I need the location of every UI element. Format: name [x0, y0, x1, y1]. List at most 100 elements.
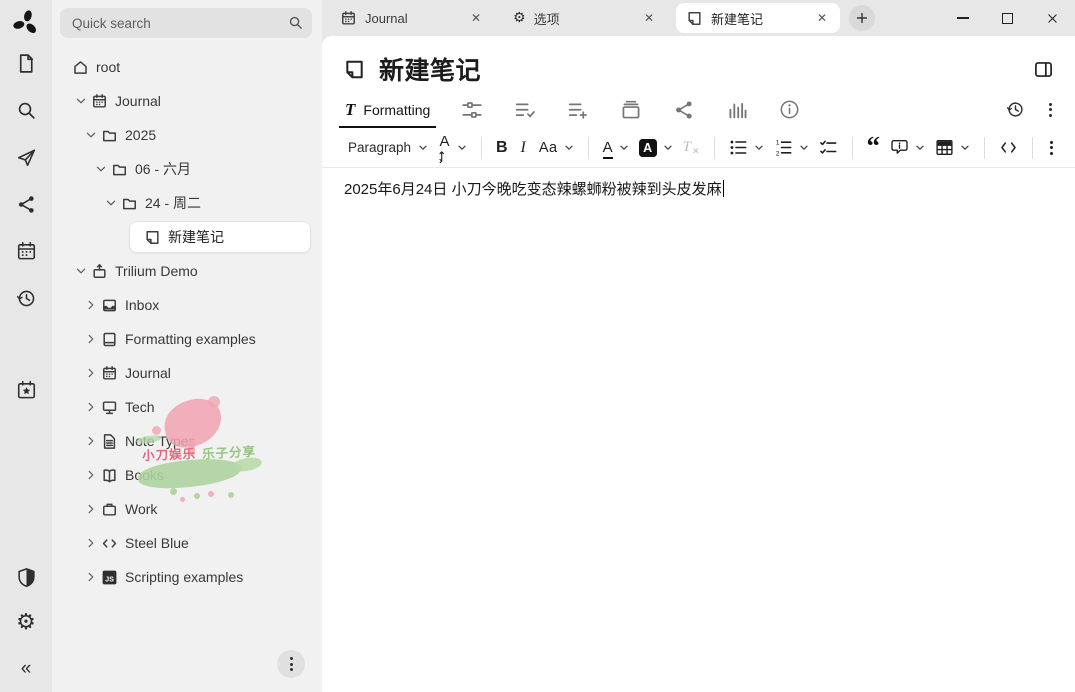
- launcher-today-button[interactable]: [0, 367, 52, 414]
- toggle-right-pane-button[interactable]: [1032, 58, 1055, 81]
- tree-item-root[interactable]: root: [52, 50, 322, 84]
- tree-item-label: 新建笔记: [168, 227, 224, 247]
- maximize-button[interactable]: [985, 0, 1030, 36]
- note-title[interactable]: 新建笔记: [379, 51, 481, 87]
- expander-right-icon[interactable]: [82, 433, 99, 450]
- expander-down-icon[interactable]: [92, 161, 109, 178]
- toolbar-code-block-button[interactable]: [994, 134, 1023, 161]
- expander-down-icon[interactable]: [72, 263, 89, 280]
- briefcase-icon: [101, 501, 118, 518]
- launcher-settings-button[interactable]: ⚙: [0, 600, 52, 646]
- tab-close-icon[interactable]: ✕: [468, 10, 484, 26]
- note-content-pane: 新建笔记 T Formatting Paragraph A B I: [322, 36, 1075, 692]
- toolbar-text-style-button[interactable]: Aa: [534, 136, 579, 160]
- ribbon-bar: T Formatting: [322, 91, 1075, 128]
- note-revisions-button[interactable]: [1006, 100, 1025, 119]
- more-options-button[interactable]: [1046, 103, 1055, 117]
- insert-table-icon: [935, 138, 954, 157]
- toolbar-numbered-list-button[interactable]: 12: [769, 134, 814, 161]
- tree-item-work[interactable]: Work: [52, 492, 322, 526]
- tree-more-button[interactable]: [277, 650, 305, 678]
- trilium-logo-icon: [11, 8, 41, 38]
- launcher-calendar-button[interactable]: [0, 228, 52, 275]
- ribbon-note-info-button[interactable]: [777, 91, 802, 128]
- expander-right-icon[interactable]: [82, 399, 99, 416]
- calendar-icon: [91, 93, 108, 110]
- protected-session-icon: [16, 567, 37, 588]
- launcher-jump-to-note-button[interactable]: [0, 134, 52, 181]
- ribbon-inherited-attributes-button[interactable]: [565, 91, 591, 128]
- tab-close-icon[interactable]: ✕: [814, 10, 830, 26]
- package-icon: [91, 263, 108, 280]
- tab-journal[interactable]: Journal ✕: [330, 3, 494, 33]
- tree-item-inbox[interactable]: Inbox: [52, 288, 322, 322]
- todo-list-icon: [819, 138, 838, 157]
- expander-right-icon[interactable]: [82, 535, 99, 552]
- tree-item-06[interactable]: 06 - 六月: [52, 152, 322, 186]
- launcher-note-map-button[interactable]: [0, 181, 52, 228]
- ribbon-note-paths-button[interactable]: [618, 91, 644, 128]
- toolbar-block-quote-button[interactable]: “: [862, 137, 886, 159]
- tree-item-24[interactable]: 24 - 周二: [52, 186, 322, 220]
- expander-down-icon[interactable]: [102, 195, 119, 212]
- gear-sm-icon: ⚙: [513, 11, 526, 25]
- new-note-icon: [16, 53, 37, 74]
- expander-right-icon[interactable]: [82, 467, 99, 484]
- launcher-protected-session-button[interactable]: [0, 554, 52, 600]
- tree-item-label: 24 - 周二: [145, 193, 201, 213]
- toolbar-insert-table-button[interactable]: [930, 134, 975, 161]
- launcher-recent-changes-button[interactable]: [0, 275, 52, 322]
- calendar-icon: [101, 365, 118, 382]
- tree-item-scripting-examples[interactable]: JS Scripting examples: [52, 560, 322, 594]
- quick-search-input[interactable]: [60, 8, 312, 38]
- toolbar-heading-style-button[interactable]: Paragraph: [343, 136, 433, 159]
- toolbar-font-color-button[interactable]: A: [598, 135, 634, 160]
- expander-right-icon[interactable]: [82, 501, 99, 518]
- minimize-button[interactable]: [940, 0, 985, 36]
- expander-right-icon[interactable]: [82, 331, 99, 348]
- expander-right-icon[interactable]: [82, 569, 99, 586]
- launcher-collapse-pane-button[interactable]: «: [0, 646, 52, 692]
- toolbar-todo-list-button[interactable]: [814, 134, 843, 161]
- ribbon-tab-formatting[interactable]: T Formatting: [343, 91, 432, 128]
- chevron-down-icon: [418, 143, 428, 153]
- tree-item-2025[interactable]: 2025: [52, 118, 322, 152]
- toolbar-font-size-button[interactable]: A: [433, 129, 472, 167]
- note-info-icon: [779, 99, 800, 120]
- close-button[interactable]: [1030, 0, 1075, 36]
- expander-right-icon[interactable]: [82, 365, 99, 382]
- expander-down-icon[interactable]: [72, 93, 89, 110]
- expander-right-icon[interactable]: [82, 297, 99, 314]
- toolbar-admonition-button[interactable]: [885, 134, 930, 161]
- basic-properties-icon: [461, 99, 483, 121]
- ribbon-basic-properties-button[interactable]: [459, 91, 485, 128]
- expander-down-icon[interactable]: [82, 127, 99, 144]
- tab-item-1[interactable]: ⚙ 选项 ✕: [503, 3, 667, 33]
- new-tab-button[interactable]: [849, 5, 875, 31]
- tab-close-icon[interactable]: ✕: [641, 10, 657, 26]
- launcher-new-note-button[interactable]: [0, 40, 52, 87]
- editor-area[interactable]: 2025年6月24日 小刀今晚吃变态辣螺蛳粉被辣到头皮发麻: [322, 168, 1075, 692]
- toolbar-label: B: [496, 139, 508, 157]
- toolbar-italic-button[interactable]: I: [513, 135, 534, 161]
- tree-item-note-types[interactable]: Note Types: [52, 424, 322, 458]
- ribbon-similar-notes-button[interactable]: [724, 91, 750, 128]
- toolbar-background-color-button[interactable]: A: [634, 135, 678, 161]
- launcher-search-button[interactable]: [0, 87, 52, 134]
- tree-item-steel-blue[interactable]: Steel Blue: [52, 526, 322, 560]
- ribbon-tab-label: Formatting: [363, 102, 430, 118]
- toolbar-more-formatting-button[interactable]: [1042, 137, 1061, 159]
- toolbar-bulleted-list-button[interactable]: [724, 134, 769, 161]
- tree-item-journal[interactable]: Journal: [52, 356, 322, 390]
- tree-item-tech[interactable]: Tech: [52, 390, 322, 424]
- ribbon-owned-attributes-button[interactable]: [512, 91, 538, 128]
- ribbon-note-map-button[interactable]: [671, 91, 697, 128]
- tree-item-formatting-examples[interactable]: Formatting examples: [52, 322, 322, 356]
- tree-item-item-5[interactable]: 新建笔记: [52, 220, 322, 254]
- toolbar-bold-button[interactable]: B: [491, 135, 513, 161]
- tree-item-books[interactable]: Books: [52, 458, 322, 492]
- tree-item-trilium-demo[interactable]: Trilium Demo: [52, 254, 322, 288]
- tab-item-2[interactable]: 新建笔记 ✕: [676, 3, 840, 33]
- js-icon: JS: [101, 569, 118, 586]
- tree-item-journal[interactable]: Journal: [52, 84, 322, 118]
